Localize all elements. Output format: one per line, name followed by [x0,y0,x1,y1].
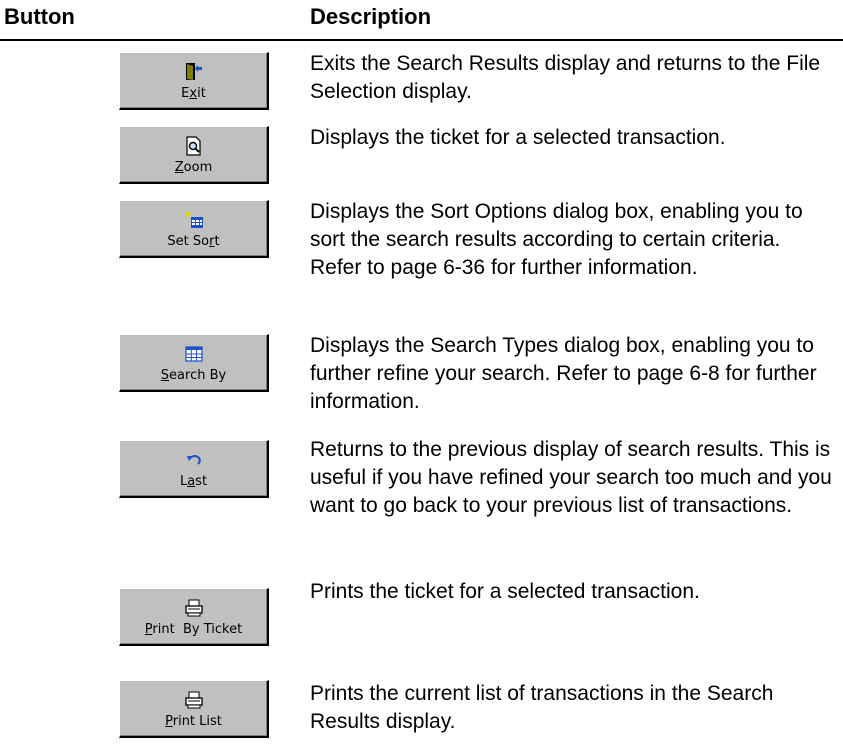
button-label: Search By [160,367,227,383]
exit-door-icon [183,61,205,83]
set-sort-icon [183,209,205,231]
set-sort-button[interactable]: Set Sort [119,200,269,258]
button-description: Prints the ticket for a selected transac… [310,580,700,603]
button-label: Set Sort [167,233,220,249]
header-rule [0,39,843,41]
description-column-header: Description [310,4,432,29]
printer-icon [183,597,205,619]
last-button[interactable]: Last [119,440,269,498]
button-label: Print By Ticket [144,621,243,637]
undo-arrow-icon [183,449,205,471]
printer-icon [183,689,205,711]
search-by-grid-icon [183,343,205,365]
zoom-page-icon [183,135,205,157]
zoom-button[interactable]: Zoom [119,126,269,184]
button-label: Last [179,473,208,489]
search-by-button[interactable]: Search By [119,334,269,392]
button-description: Prints the current list of transactions … [310,682,774,733]
button-label: Exit [181,85,206,101]
button-description: Displays the Sort Options dialog box, en… [310,200,803,279]
button-description: Returns to the previous display of searc… [310,438,832,517]
button-label: Zoom [174,159,213,175]
print-list-button[interactable]: Print List [119,680,269,738]
print-by-ticket-button[interactable]: Print By Ticket [119,588,269,646]
exit-button[interactable]: Exit [119,52,269,110]
button-description: Displays the Search Types dialog box, en… [310,334,817,413]
button-column-header: Button [4,4,75,29]
button-description: Displays the ticket for a selected trans… [310,126,726,149]
button-label: Print List [165,713,222,729]
button-description: Exits the Search Results display and ret… [310,52,821,103]
